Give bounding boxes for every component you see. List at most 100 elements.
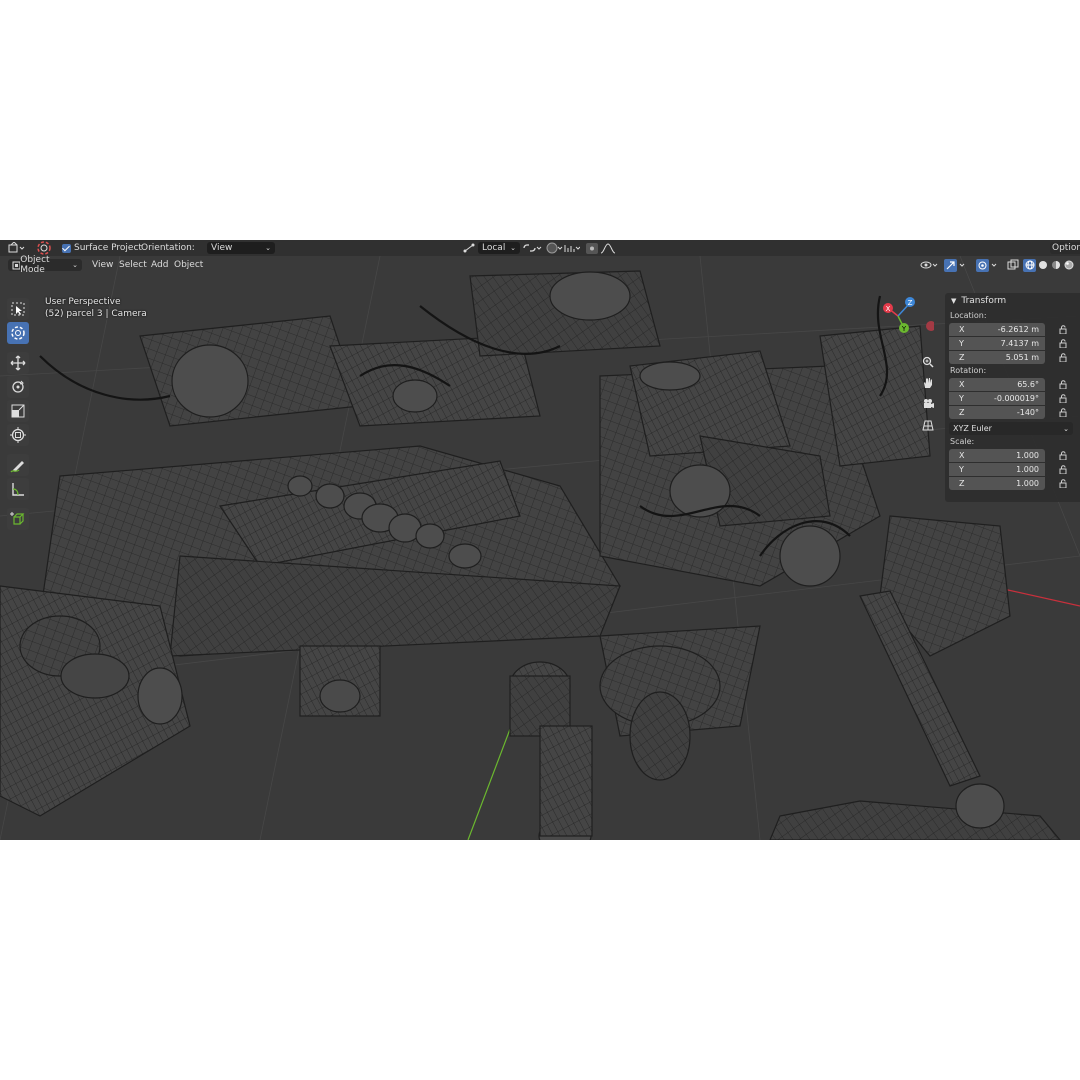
axis-label: Z: [959, 353, 965, 362]
xray-toggle[interactable]: [1007, 258, 1019, 272]
chevron-down-icon: [991, 263, 997, 267]
select-box-tool-icon: [11, 302, 25, 316]
chevron-down-icon: ⌄: [265, 244, 271, 252]
falloff-icon[interactable]: [586, 240, 620, 256]
viewport-nav-icons: [920, 354, 938, 438]
transform-panel-header[interactable]: ▼ Transform: [945, 293, 1080, 309]
lock-icon[interactable]: [1059, 380, 1068, 389]
camera-icon[interactable]: [920, 396, 936, 412]
transform-pivot-value: Local: [482, 243, 506, 253]
scale-x-field[interactable]: X 1.000: [949, 449, 1045, 462]
field-value: -6.2612 m: [997, 325, 1039, 334]
scale-tool-button[interactable]: [7, 400, 29, 422]
gizmo-x-label: X: [886, 305, 891, 313]
scale-row-x: X 1.000: [949, 449, 1080, 462]
lock-icon[interactable]: [1059, 479, 1068, 488]
location-z-field[interactable]: Z 5.051 m: [949, 351, 1045, 364]
scale-row-z: Z 1.000: [949, 477, 1080, 490]
rotation-z-field[interactable]: Z -140°: [949, 406, 1045, 419]
3d-viewport[interactable]: User Perspective (52) parcel 3 | Camera …: [0, 256, 1080, 840]
select-box-tool-button[interactable]: [7, 298, 29, 320]
solid-shading-icon[interactable]: [1036, 259, 1049, 272]
transform-pivot-dropdown[interactable]: Local ⌄: [463, 240, 520, 256]
menu-select[interactable]: Select: [116, 260, 150, 270]
gizmo-icon: [944, 258, 957, 272]
snap-link-icon[interactable]: [522, 240, 542, 256]
surface-project-checkbox[interactable]: Surface Project: [62, 240, 142, 256]
chevron-down-icon: ⌄: [510, 244, 516, 252]
location-x-field[interactable]: X -6.2612 m: [949, 323, 1045, 336]
lock-icon[interactable]: [1059, 394, 1068, 403]
menu-object[interactable]: Object: [171, 260, 206, 270]
viewport-overlay-text: User Perspective (52) parcel 3 | Camera: [45, 296, 147, 320]
pivot-icon: [463, 243, 475, 253]
pan-hand-icon[interactable]: [920, 375, 936, 391]
navigation-gizmo[interactable]: X Z Y: [874, 286, 934, 346]
location-row-z: Z 5.051 m: [949, 351, 1080, 364]
orientation-value: View: [211, 243, 233, 253]
menu-add[interactable]: Add: [148, 260, 171, 270]
annotate-tool-button[interactable]: [7, 454, 29, 476]
lock-icon[interactable]: [1059, 465, 1068, 474]
gizmo-toggle[interactable]: [944, 258, 967, 272]
rotation-mode-value: XYZ Euler: [953, 424, 992, 433]
material-shading-icon[interactable]: [1049, 259, 1062, 272]
lock-icon[interactable]: [1059, 325, 1068, 334]
rotation-label: Rotation:: [950, 366, 987, 375]
measure-tool-icon: [12, 483, 24, 496]
editor-type-dropdown[interactable]: [8, 240, 26, 256]
axis-label: X: [959, 451, 965, 460]
checkbox-checked-icon: [62, 243, 71, 253]
scale-z-field[interactable]: Z 1.000: [949, 477, 1045, 490]
rotation-mode-dropdown[interactable]: XYZ Euler ⌄: [949, 422, 1073, 435]
lock-icon[interactable]: [1059, 339, 1068, 348]
perspective-label: User Perspective: [45, 297, 121, 307]
add-cube-tool-button[interactable]: [7, 508, 29, 530]
transform-tool-button[interactable]: [7, 424, 29, 446]
cursor-tool-icon[interactable]: [36, 240, 52, 256]
rotation-y-field[interactable]: Y -0.000019°: [949, 392, 1045, 405]
mode-dropdown[interactable]: Object Mode ⌄: [8, 255, 82, 275]
rotation-x-field[interactable]: X 65.6°: [949, 378, 1045, 391]
tool-shelf: [7, 298, 33, 532]
surface-project-label: Surface Project: [74, 243, 142, 253]
rotate-tool-button[interactable]: [7, 376, 29, 398]
rendered-shading-icon[interactable]: [1062, 259, 1075, 272]
transform-panel-title: Transform: [961, 296, 1007, 306]
scale-label: Scale:: [950, 437, 975, 446]
overlays-toggle[interactable]: [976, 258, 999, 272]
cursor-tool-button[interactable]: [7, 322, 29, 344]
rotation-row-z: Z -140°: [949, 406, 1080, 419]
measure-tool-button[interactable]: [7, 478, 29, 500]
options-label: Options: [1052, 243, 1080, 253]
orthographic-grid-icon[interactable]: [920, 417, 936, 433]
zoom-icon[interactable]: [920, 354, 936, 370]
scale-y-field[interactable]: Y 1.000: [949, 463, 1045, 476]
move-tool-button[interactable]: [7, 352, 29, 374]
orientation-dropdown[interactable]: View ⌄: [207, 242, 275, 254]
axis-label: Z: [959, 479, 965, 488]
field-value: 7.4137 m: [1000, 339, 1039, 348]
visibility-dropdown[interactable]: [920, 258, 940, 272]
menu-view[interactable]: View: [89, 260, 116, 270]
field-value: 1.000: [1016, 465, 1039, 474]
axis-label: X: [959, 380, 965, 389]
viewport-header: Object Mode ⌄ View Select Add Object: [0, 255, 1080, 275]
tool-settings-header: Surface Project Orientation: View ⌄ Loca…: [0, 240, 1080, 256]
gizmo-neg-x-axis[interactable]: [926, 321, 934, 331]
lock-icon[interactable]: [1059, 451, 1068, 460]
chevron-down-icon: ⌄: [72, 261, 78, 269]
rotation-row-y: Y -0.000019°: [949, 392, 1080, 405]
wireframe-shading-icon[interactable]: [1023, 258, 1036, 272]
proportional-edit-icon[interactable]: [546, 240, 580, 256]
options-dropdown[interactable]: Options: [1050, 242, 1080, 254]
lock-icon[interactable]: [1059, 408, 1068, 417]
chevron-down-icon: [959, 263, 965, 267]
field-value: -140°: [1016, 408, 1039, 417]
location-y-field[interactable]: Y 7.4137 m: [949, 337, 1045, 350]
field-value: 65.6°: [1017, 380, 1039, 389]
axis-label: X: [959, 325, 965, 334]
field-value: 1.000: [1016, 479, 1039, 488]
location-row-x: X -6.2612 m: [949, 323, 1080, 336]
lock-icon[interactable]: [1059, 353, 1068, 362]
